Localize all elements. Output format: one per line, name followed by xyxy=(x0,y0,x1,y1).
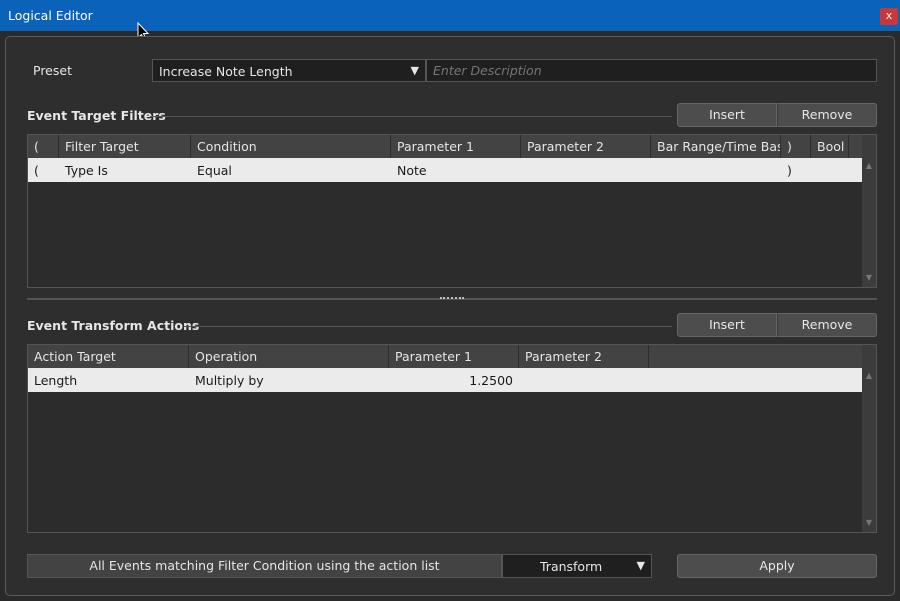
scroll-down-icon[interactable]: ▼ xyxy=(864,273,874,283)
scroll-down-icon[interactable]: ▼ xyxy=(864,518,874,528)
function-mode-dropdown[interactable]: Transform ▼ xyxy=(502,554,652,578)
table-row[interactable]: ( Type Is Equal Note ) xyxy=(28,158,863,182)
column-header[interactable]: Parameter 2 xyxy=(519,345,649,368)
column-header[interactable]: Parameter 2 xyxy=(521,135,651,158)
table-cell: Length xyxy=(34,373,78,388)
vertical-scrollbar[interactable]: ▲ ▼ xyxy=(862,345,876,532)
table-cell xyxy=(651,158,781,182)
dropdown-arrow-icon: ▼ xyxy=(636,559,645,572)
column-header[interactable]: Condition xyxy=(191,135,391,158)
column-header[interactable]: Parameter 1 xyxy=(391,135,521,158)
vertical-scrollbar[interactable]: ▲ ▼ xyxy=(862,135,876,287)
splitter-grip-icon[interactable] xyxy=(440,297,464,301)
table-cell: Note xyxy=(397,163,427,178)
scroll-up-icon[interactable]: ▲ xyxy=(864,371,874,381)
table-cell: ( xyxy=(34,163,39,178)
window-title: Logical Editor xyxy=(8,8,93,23)
column-header[interactable]: Bool xyxy=(811,135,849,158)
filters-remove-button[interactable]: Remove xyxy=(777,103,877,127)
preset-value: Increase Note Length xyxy=(159,64,293,79)
apply-button[interactable]: Apply xyxy=(677,554,877,578)
table-cell: 1.2500 xyxy=(469,373,513,388)
mode-value: Transform xyxy=(540,559,603,574)
filters-section-title: Event Target Filters xyxy=(27,108,166,123)
table-cell: Equal xyxy=(197,163,232,178)
actions-table-header: Action Target Operation Parameter 1 Para… xyxy=(28,345,863,368)
dropdown-arrow-icon: ▼ xyxy=(410,64,419,77)
table-cell: ) xyxy=(787,163,792,178)
preset-label: Preset xyxy=(33,63,72,78)
table-cell xyxy=(521,158,651,182)
column-header[interactable]: Operation xyxy=(189,345,389,368)
table-cell xyxy=(811,158,849,182)
column-header[interactable]: Parameter 1 xyxy=(389,345,519,368)
column-header[interactable]: ( xyxy=(28,135,59,158)
column-header[interactable]: Filter Target xyxy=(59,135,191,158)
table-cell: Multiply by xyxy=(195,373,264,388)
table-row[interactable]: Length Multiply by 1.2500 xyxy=(28,368,863,392)
column-header[interactable]: Action Target xyxy=(28,345,189,368)
column-header[interactable]: Bar Range/Time Base xyxy=(651,135,781,158)
section-divider xyxy=(184,326,672,327)
preset-dropdown[interactable]: Increase Note Length ▼ xyxy=(152,59,426,82)
table-cell: Type Is xyxy=(65,163,108,178)
filters-insert-button[interactable]: Insert xyxy=(677,103,777,127)
description-input[interactable] xyxy=(426,59,877,82)
section-divider xyxy=(150,116,672,117)
column-header[interactable]: ) xyxy=(781,135,811,158)
title-bar: Logical Editor x xyxy=(0,0,900,31)
panel-splitter[interactable] xyxy=(27,297,877,301)
filters-table-header: ( Filter Target Condition Parameter 1 Pa… xyxy=(28,135,863,158)
status-text: All Events matching Filter Condition usi… xyxy=(27,554,502,578)
actions-remove-button[interactable]: Remove xyxy=(777,313,877,337)
scroll-up-icon[interactable]: ▲ xyxy=(864,161,874,171)
close-button[interactable]: x xyxy=(880,8,898,25)
actions-table: Action Target Operation Parameter 1 Para… xyxy=(27,344,877,533)
actions-section-title: Event Transform Actions xyxy=(27,318,200,333)
table-cell xyxy=(519,368,649,392)
filters-table: ( Filter Target Condition Parameter 1 Pa… xyxy=(27,134,877,288)
actions-insert-button[interactable]: Insert xyxy=(677,313,777,337)
